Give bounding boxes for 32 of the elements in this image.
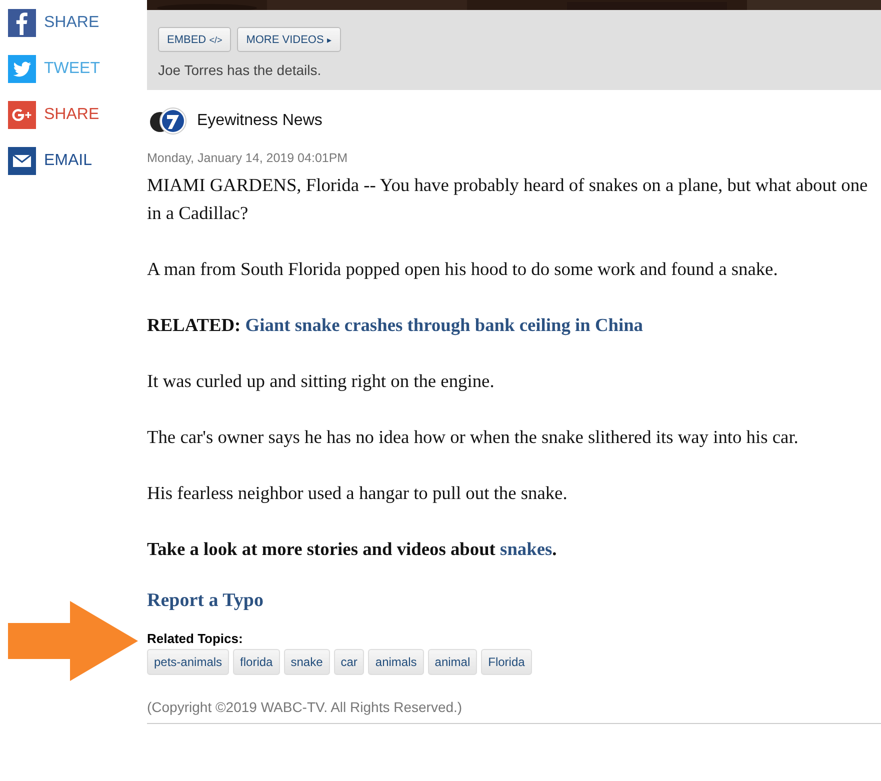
video-caption: Joe Torres has the details. [157, 61, 322, 78]
topic-tag[interactable]: car [334, 649, 364, 675]
facebook-icon [8, 9, 36, 37]
topic-tag[interactable]: animal [428, 649, 478, 675]
share-link[interactable]: EMAIL [44, 152, 92, 170]
snakes-link[interactable]: snakes [500, 539, 552, 559]
google-plus-icon [8, 101, 36, 129]
timestamp: Monday, January 14, 2019 04:01PM [147, 151, 349, 165]
topic-tag[interactable]: florida [233, 649, 280, 675]
video-button[interactable]: MORE VIDEOS ▸ [237, 27, 341, 52]
source-name: Eyewitness News [197, 112, 322, 130]
paragraph: A man from South Florida popped open his hood to do some work and found a snake. [147, 258, 779, 281]
share-link[interactable]: SHARE [44, 14, 100, 32]
bird-icon [8, 55, 36, 83]
paragraph: MIAMI GARDENS, Florida -- You have probably heard of snakes on a plane, but what about one in a Cadillac? [147, 174, 869, 225]
share-link[interactable]: SHARE [44, 106, 100, 124]
related-label: RELATED: [147, 315, 241, 335]
topic-tag[interactable]: pets-animals [147, 649, 230, 675]
related-link[interactable]: Giant snake crashes through bank ceiling in China [245, 315, 643, 335]
report-link[interactable]: Report a Typo [147, 587, 881, 615]
station-logo-icon [147, 106, 187, 136]
paragraph: Take a look at more stories and videos about snakes. [147, 538, 558, 561]
topic-tag[interactable]: animals [368, 649, 424, 675]
envelope-icon [8, 147, 36, 175]
topics-title: Related Topics: [147, 631, 244, 646]
paragraph: The car's owner says he has no idea how or when the snake slithered its way into his car. [147, 426, 800, 449]
paragraph: It was curled up and sitting right on the engine. [147, 370, 496, 393]
topic-tag[interactable]: Florida [481, 649, 532, 675]
copyright-text: (Copyright ©2019 WABC-TV. All Rights Reserved.) [147, 699, 464, 715]
paragraph: His fearless neighbor used a hangar to pull out the snake. [147, 482, 568, 505]
topic-tag[interactable]: snake [284, 649, 330, 675]
video-button[interactable]: EMBED </> [158, 27, 232, 52]
